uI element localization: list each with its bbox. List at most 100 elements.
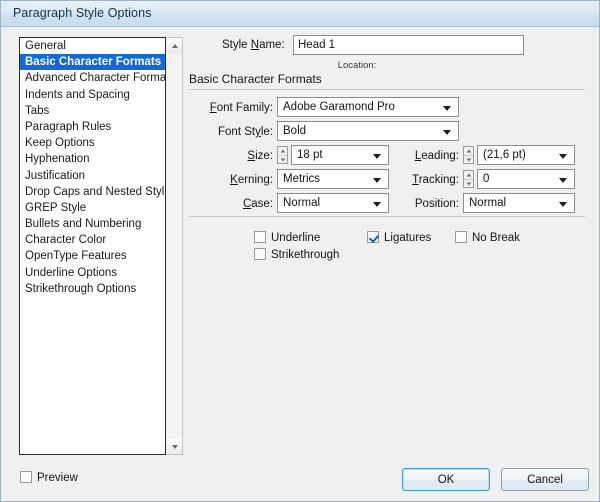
font-family-dropdown[interactable]: Adobe Garamond Pro [277, 97, 459, 117]
leading-stepper-down[interactable] [464, 155, 473, 164]
ok-button[interactable]: OK [402, 468, 490, 491]
character-format-form: Font Family: Adobe Garamond Pro Font Sty… [189, 97, 585, 217]
tracking-dropdown[interactable]: 0 [477, 169, 575, 189]
sidebar-item-basic-character-formats[interactable]: Basic Character Formats [20, 54, 165, 71]
sidebar-item-grep-style[interactable]: GREP Style [20, 200, 165, 216]
leading-dropdown[interactable]: (21,6 pt) [477, 145, 575, 165]
checkbox-box-checked [367, 231, 379, 243]
font-style-row: Font Style: Bold [189, 121, 585, 145]
sidebar-item-tabs[interactable]: Tabs [20, 103, 165, 119]
sidebar-item-label: Paragraph Rules [25, 120, 112, 133]
triangle-down-icon [280, 158, 285, 162]
triangle-up-icon [171, 43, 178, 48]
sidebar-item-indents-and-spacing[interactable]: Indents and Spacing [20, 87, 165, 103]
paragraph-style-options-dialog: Paragraph Style Options General Basic Cha… [0, 0, 600, 502]
size-stepper-up[interactable] [278, 147, 287, 155]
sidebar-item-label: Bullets and Numbering [25, 218, 142, 231]
sidebar-item-label: Strikethrough Options [25, 282, 137, 295]
tracking-value: 0 [483, 173, 490, 185]
sidebar-item-general[interactable]: General [20, 38, 165, 54]
dialog-title: Paragraph Style Options [13, 6, 152, 20]
no-break-label: No Break [472, 232, 520, 244]
size-stepper[interactable] [277, 146, 288, 164]
tracking-stepper-up[interactable] [464, 171, 473, 179]
ligatures-checkbox[interactable]: Ligatures [367, 231, 431, 244]
font-family-row: Font Family: Adobe Garamond Pro [189, 97, 585, 121]
section-divider-top [189, 89, 585, 90]
sidebar-item-advanced-character-formats[interactable]: Advanced Character Formats [20, 70, 165, 86]
triangle-down-icon [171, 444, 178, 449]
chevron-down-icon [443, 130, 451, 135]
no-break-checkbox[interactable]: No Break [455, 231, 520, 244]
tracking-stepper-down[interactable] [464, 179, 473, 188]
size-leading-row: Size: 18 pt Leading: (21,6 pt) [189, 145, 585, 169]
strikethrough-checkbox[interactable]: Strikethrough [254, 248, 339, 261]
sidebar-item-label: General [25, 40, 66, 52]
sidebar-item-label: Hyphenation [25, 153, 90, 166]
category-list-scrollbar[interactable] [167, 37, 183, 455]
scroll-up-button[interactable] [167, 38, 182, 53]
style-name-input[interactable] [293, 35, 524, 55]
sidebar-item-drop-caps-and-nested-styles[interactable]: Drop Caps and Nested Styles [20, 184, 165, 200]
tracking-stepper[interactable] [463, 170, 474, 188]
sidebar-item-label: Indents and Spacing [25, 88, 130, 101]
case-value: Normal [283, 197, 321, 209]
checkbox-box [254, 231, 266, 243]
strikethrough-label: Strikethrough [271, 249, 340, 261]
underline-label: Underline [271, 232, 321, 244]
category-listbox[interactable]: General Basic Character Formats Advanced C… [19, 37, 166, 455]
position-dropdown[interactable]: Normal [463, 193, 575, 213]
sidebar-item-opentype-features[interactable]: OpenType Features [20, 248, 165, 264]
sidebar-item-label: Underline Options [25, 266, 118, 279]
triangle-up-icon [466, 149, 471, 153]
font-style-value: Bold [283, 125, 307, 137]
size-label: Size: [247, 150, 273, 162]
kerning-tracking-row: Kerning: Metrics Tracking: 0 [189, 169, 585, 193]
options-pane: Style Name: Location: Basic Character Fo… [189, 31, 585, 261]
tracking-label: Tracking: [412, 174, 459, 186]
sidebar-item-hyphenation[interactable]: Hyphenation [20, 151, 165, 167]
sidebar-item-bullets-and-numbering[interactable]: Bullets and Numbering [20, 216, 165, 232]
sidebar-item-paragraph-rules[interactable]: Paragraph Rules [20, 119, 165, 135]
triangle-down-icon [466, 158, 471, 162]
sidebar-item-strikethrough-options[interactable]: Strikethrough Options [20, 281, 165, 297]
sidebar-item-label: Character Color [25, 234, 107, 247]
chevron-down-icon [559, 202, 567, 207]
checkbox-box [254, 248, 266, 260]
sidebar-item-label: Tabs [25, 104, 50, 117]
leading-stepper-up[interactable] [464, 147, 473, 155]
section-title: Basic Character Formats [189, 72, 322, 86]
font-style-dropdown[interactable]: Bold [277, 121, 459, 141]
checkbox-box [455, 231, 467, 243]
size-stepper-down[interactable] [278, 155, 287, 164]
scroll-down-button[interactable] [167, 439, 182, 454]
sidebar-item-label: GREP Style [25, 201, 87, 214]
case-label: Case: [242, 198, 273, 210]
sidebar-item-label: Advanced Character Formats [25, 72, 165, 85]
leading-label: Leading: [414, 150, 459, 162]
sidebar-item-label: Justification [25, 169, 86, 182]
sidebar-item-label: OpenType Features [25, 250, 127, 263]
preview-checkbox[interactable]: Preview [20, 471, 78, 484]
chevron-down-icon [559, 178, 567, 183]
sidebar-item-label: Keep Options [25, 137, 95, 150]
triangle-up-icon [280, 149, 285, 153]
position-label: Position: [414, 198, 459, 210]
size-value: 18 pt [297, 149, 323, 161]
style-name-label: Style Name: [222, 39, 285, 51]
location-label: Location: [337, 60, 377, 71]
sidebar-item-character-color[interactable]: Character Color [20, 232, 165, 248]
sidebar-item-keep-options[interactable]: Keep Options [20, 135, 165, 151]
sidebar-item-justification[interactable]: Justification [20, 168, 165, 184]
cancel-button[interactable]: Cancel [501, 468, 589, 491]
triangle-down-icon [466, 182, 471, 186]
underline-checkbox[interactable]: Underline [254, 231, 320, 244]
triangle-up-icon [466, 173, 471, 177]
font-family-value: Adobe Garamond Pro [283, 101, 395, 113]
kerning-label: Kerning: [230, 174, 273, 186]
font-style-label: Font Style: [218, 126, 273, 138]
sidebar-item-label: Drop Caps and Nested Styles [25, 185, 165, 198]
sidebar-item-underline-options[interactable]: Underline Options [20, 265, 165, 281]
chevron-down-icon [443, 106, 451, 111]
leading-stepper[interactable] [463, 146, 474, 164]
